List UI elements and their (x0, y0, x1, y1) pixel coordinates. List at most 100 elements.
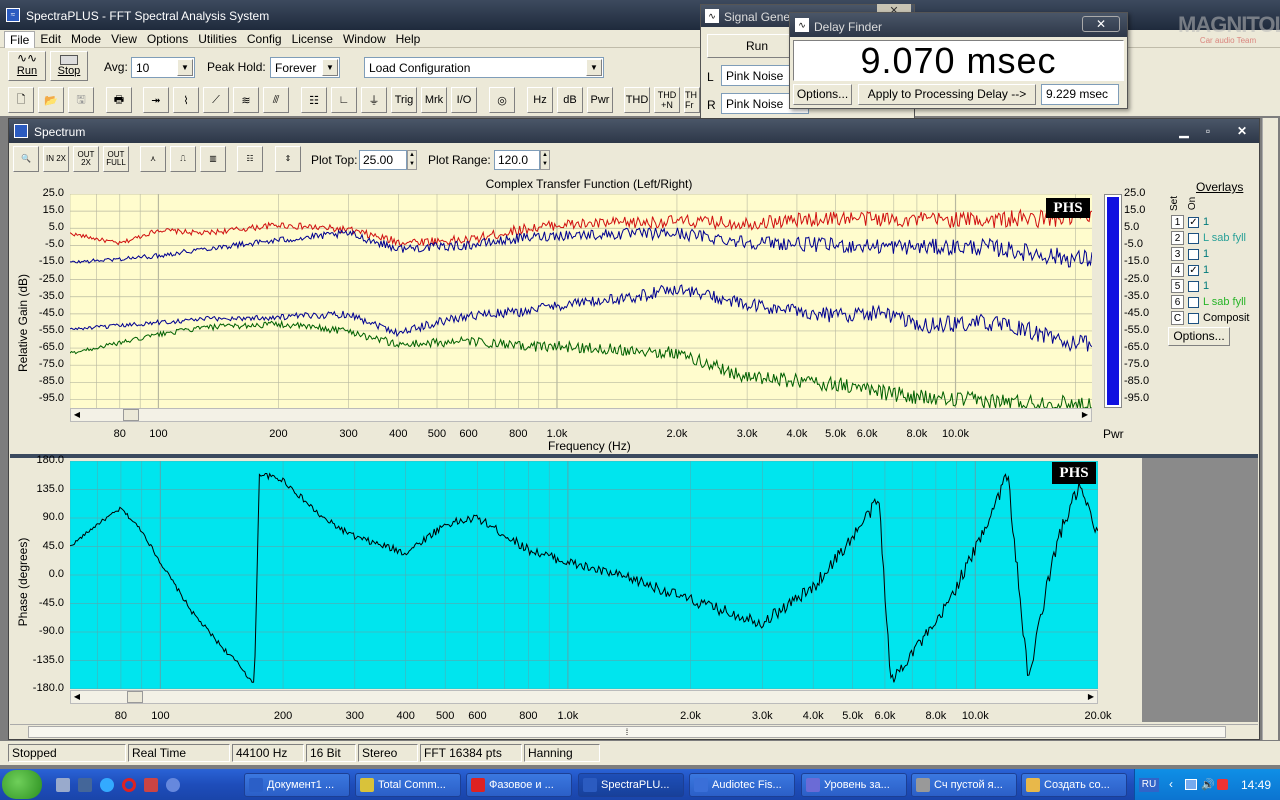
save-icon[interactable]: 🖫 (68, 87, 94, 113)
scroll-thumb[interactable] (123, 409, 139, 421)
open-folder-icon[interactable]: 📂 (38, 87, 64, 113)
quick-launch-save-icon[interactable] (78, 778, 92, 792)
zoom-icon[interactable]: 🔍 (13, 146, 39, 172)
apply-delay-button[interactable]: Apply to Processing Delay --> (858, 84, 1036, 105)
taskbar-button[interactable]: Создать со... (1021, 773, 1127, 797)
plot-top-spinner[interactable]: ▲ ▼ (407, 150, 417, 170)
quick-launch-app-icon[interactable] (144, 778, 158, 792)
zoom-full-icon[interactable]: OUT FULL (103, 146, 129, 172)
overlay-checkbox[interactable]: ✓ (1188, 216, 1199, 228)
scroll-right-icon[interactable]: ▶ (1085, 691, 1097, 703)
speaker-icon[interactable]: 🔊 (1201, 778, 1215, 791)
zoom-out-icon[interactable]: OUT 2X (73, 146, 99, 172)
pwr-button[interactable]: Pwr (587, 87, 613, 113)
overlay-set-button[interactable]: 4 (1171, 263, 1184, 277)
tray-expand-icon[interactable]: ‹ (1169, 777, 1173, 791)
overlay-set-button[interactable]: 1 (1171, 215, 1184, 229)
quick-launch-explorer-icon[interactable] (56, 778, 70, 792)
scroll-right-icon[interactable]: ▶ (1079, 409, 1091, 421)
quick-launch-app-icon[interactable] (166, 778, 180, 792)
menu-view[interactable]: View (106, 31, 142, 49)
security-icon[interactable] (1217, 779, 1228, 790)
table-icon[interactable]: ☷ (237, 146, 263, 172)
plot-range-input[interactable]: 120.0 (494, 150, 540, 170)
scroll-thumb[interactable]: ⁞ (28, 726, 1226, 738)
avg-select[interactable]: 10 ▼ (131, 57, 195, 78)
scroll-left-icon[interactable]: ◀ (71, 691, 83, 703)
scale-icon[interactable]: ⇕ (275, 146, 301, 172)
fast-forward-icon[interactable]: ⯮ (143, 87, 169, 113)
run-button[interactable]: ∿∿ Run (8, 51, 46, 81)
quick-launch-opera-icon[interactable] (122, 778, 136, 792)
menu-mode[interactable]: Mode (66, 31, 106, 49)
overlay-checkbox[interactable] (1188, 248, 1199, 260)
overlay-checkbox[interactable] (1188, 232, 1199, 244)
processing-delay-field[interactable]: 9.229 msec (1041, 84, 1119, 105)
taskbar-button[interactable]: Сч пустой я... (911, 773, 1017, 797)
overlay-set-button[interactable]: 6 (1171, 295, 1184, 309)
bar-view-icon[interactable]: ▥ (200, 146, 226, 172)
axis-icon[interactable]: ∟ (331, 87, 357, 113)
transfer-icon[interactable]: ⌇ (173, 87, 199, 113)
plot1-scrollbar[interactable]: ◀ ▶ (70, 408, 1092, 422)
peak-hold-select[interactable]: Forever ▼ (270, 57, 340, 78)
scroll-thumb[interactable] (127, 691, 143, 703)
mrk-button[interactable]: Mrk (421, 87, 447, 113)
sawtooth-icon[interactable]: ⟋ (203, 87, 229, 113)
start-button[interactable] (2, 770, 42, 799)
plot-range-spinner[interactable]: ▲ ▼ (540, 150, 550, 170)
delay-options-button[interactable]: Options... (793, 84, 852, 105)
maximize-icon[interactable]: ▫ (1197, 122, 1219, 139)
hz-button[interactable]: Hz (527, 87, 553, 113)
plot-top-input[interactable]: 25.00 (359, 150, 407, 170)
table-icon[interactable]: ☷ (301, 87, 327, 113)
overlay-options-button[interactable]: Options... (1168, 327, 1230, 346)
menu-window[interactable]: Window (338, 31, 391, 49)
line-view-icon[interactable]: ⋏ (140, 146, 166, 172)
quick-launch-ie-icon[interactable] (100, 778, 114, 792)
io-button[interactable]: I/O (451, 87, 477, 113)
thd-button[interactable]: THD (624, 87, 650, 113)
window-hscrollbar[interactable]: ⁞ (10, 724, 1258, 739)
stop-button[interactable]: Stop (50, 51, 88, 81)
overlay-checkbox[interactable] (1188, 296, 1199, 308)
close-icon[interactable]: ✕ (1231, 122, 1253, 139)
menu-file[interactable]: File (4, 31, 36, 49)
language-indicator[interactable]: RU (1139, 778, 1159, 792)
overlay-checkbox[interactable]: ✓ (1188, 264, 1199, 276)
phase-plot[interactable] (70, 461, 1098, 689)
zoom-in-icon[interactable]: IN 2X (43, 146, 69, 172)
main-vscrollbar[interactable] (1262, 118, 1278, 740)
taskbar-button[interactable]: Фазовое и ... (466, 773, 572, 797)
menu-license[interactable]: License (287, 31, 338, 49)
menu-config[interactable]: Config (242, 31, 287, 49)
taskbar-button[interactable]: Уровень за... (801, 773, 907, 797)
taskbar-button[interactable]: Документ1 ... (244, 773, 350, 797)
overlay-set-button[interactable]: 2 (1171, 231, 1184, 245)
spectrogram-icon[interactable]: ⫻ (263, 87, 289, 113)
thd-n-button[interactable]: THD +N (654, 87, 680, 113)
step-view-icon[interactable]: ⎍ (170, 146, 196, 172)
minimize-icon[interactable]: ▁ (1173, 122, 1195, 139)
new-file-icon[interactable]: 🗋 (8, 87, 34, 113)
overlay-set-button[interactable]: 3 (1171, 247, 1184, 261)
transfer-function-plot[interactable] (70, 194, 1092, 408)
taskbar-button[interactable]: Total Comm... (355, 773, 461, 797)
taskbar-button[interactable]: Audiotec Fis... (689, 773, 795, 797)
taskbar-button[interactable]: SpectraPLU... (578, 773, 684, 797)
menu-utilities[interactable]: Utilities (193, 31, 242, 49)
plot2-scrollbar[interactable]: ◀ ▶ (70, 690, 1098, 704)
config-select[interactable]: Load Configuration ▼ (364, 57, 604, 78)
trig-button[interactable]: Trig (391, 87, 417, 113)
close-icon[interactable]: ✕ (1082, 16, 1120, 32)
generator-icon[interactable]: ◎ (489, 87, 515, 113)
print-icon[interactable]: 🖶 (106, 87, 132, 113)
db-button[interactable]: dB (557, 87, 583, 113)
th-fr-button[interactable]: TH Fr (684, 87, 700, 113)
overlay-set-button[interactable]: 5 (1171, 279, 1184, 293)
menu-options[interactable]: Options (142, 31, 193, 49)
scroll-left-icon[interactable]: ◀ (71, 409, 83, 421)
scope-icon[interactable]: ⏚ (361, 87, 387, 113)
menu-help[interactable]: Help (391, 31, 426, 49)
overlay-checkbox[interactable] (1188, 312, 1199, 324)
